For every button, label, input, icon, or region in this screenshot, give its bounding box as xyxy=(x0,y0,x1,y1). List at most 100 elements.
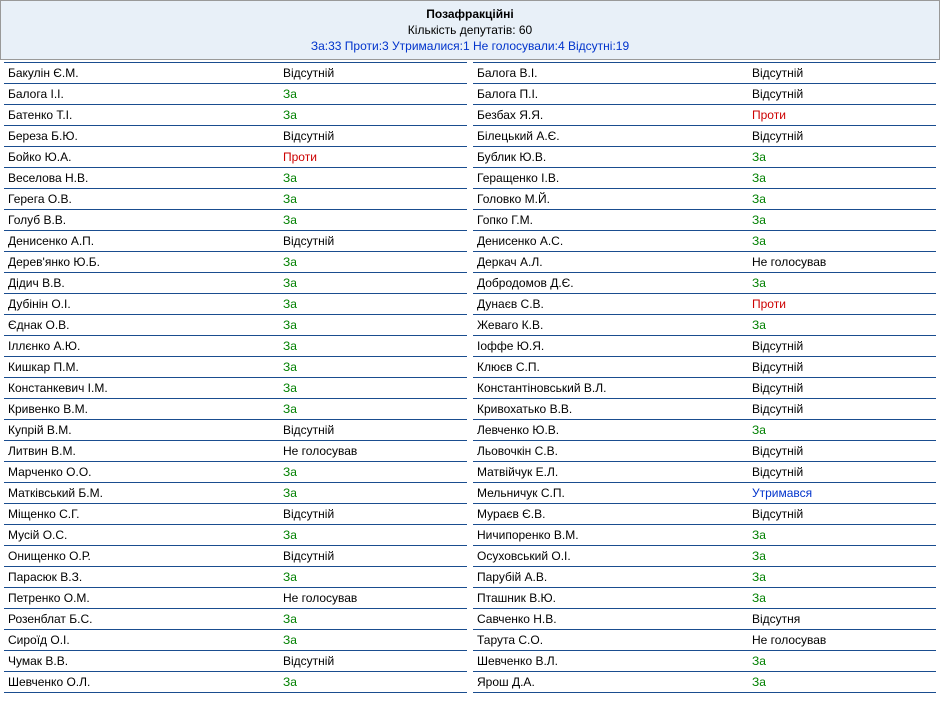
vote-row: Дунаєв С.В.Проти xyxy=(473,294,936,315)
vote-row: Парубій А.В.За xyxy=(473,567,936,588)
vote-row: Герега О.В.За xyxy=(4,189,467,210)
vote-row: Балога П.І.Відсутній xyxy=(473,84,936,105)
vote-row: Денисенко А.П.Відсутній xyxy=(4,231,467,252)
deputy-vote: За xyxy=(752,654,932,668)
vote-row: Савченко Н.В.Відсутня xyxy=(473,609,936,630)
deputy-name: Шевченко О.Л. xyxy=(8,675,283,689)
vote-row: Білецький А.Є.Відсутній xyxy=(473,126,936,147)
deputy-vote: Відсутній xyxy=(752,507,932,521)
deputy-vote: За xyxy=(752,276,932,290)
deputy-vote: За xyxy=(283,633,463,647)
deputy-vote: Відсутній xyxy=(752,381,932,395)
vote-row: Кривенко В.М.За xyxy=(4,399,467,420)
deputy-vote: За xyxy=(752,213,932,227)
deputy-name: Марченко О.О. xyxy=(8,465,283,479)
deputy-vote: За xyxy=(283,192,463,206)
deputy-name: Геращенко І.В. xyxy=(477,171,752,185)
deputy-vote: Відсутній xyxy=(752,444,932,458)
deputy-name: Білецький А.Є. xyxy=(477,129,752,143)
deputy-name: Литвин В.М. xyxy=(8,444,283,458)
vote-row: Кишкар П.М.За xyxy=(4,357,467,378)
vote-row: Добродомов Д.Є.За xyxy=(473,273,936,294)
deputy-name: Мусій О.С. xyxy=(8,528,283,542)
deputy-vote: Не голосував xyxy=(752,255,932,269)
deputy-name: Голуб В.В. xyxy=(8,213,283,227)
deputy-name: Левченко Ю.В. xyxy=(477,423,752,437)
deputy-name: Бублик Ю.В. xyxy=(477,150,752,164)
deputy-name: Веселова Н.В. xyxy=(8,171,283,185)
vote-row: Петренко О.М.Не голосував xyxy=(4,588,467,609)
vote-row: Литвин В.М.Не голосував xyxy=(4,441,467,462)
deputy-name: Балога В.І. xyxy=(477,66,752,80)
deputy-vote: За xyxy=(752,171,932,185)
deputy-name: Батенко Т.І. xyxy=(8,108,283,122)
deputy-vote: Не голосував xyxy=(283,444,463,458)
deputy-vote: Відсутній xyxy=(752,129,932,143)
deputy-vote: Відсутній xyxy=(752,66,932,80)
deputy-name: Кривохатько В.В. xyxy=(477,402,752,416)
deputy-vote: Проти xyxy=(752,297,932,311)
deputy-vote: За xyxy=(283,255,463,269)
vote-row: Безбах Я.Я.Проти xyxy=(473,105,936,126)
deputy-name: Бойко Ю.А. xyxy=(8,150,283,164)
deputy-vote: Проти xyxy=(752,108,932,122)
deputy-vote: Відсутній xyxy=(283,549,463,563)
deputy-name: Купрій В.М. xyxy=(8,423,283,437)
vote-row: Жеваго К.В.За xyxy=(473,315,936,336)
deputy-vote: За xyxy=(283,213,463,227)
deputy-name: Бакулін Є.М. xyxy=(8,66,283,80)
deputy-vote: Відсутній xyxy=(752,465,932,479)
deputy-name: Онищенко О.Р. xyxy=(8,549,283,563)
deputy-name: Тарута С.О. xyxy=(477,633,752,647)
deputy-vote: Не голосував xyxy=(752,633,932,647)
deputy-name: Пташник В.Ю. xyxy=(477,591,752,605)
deputy-vote: За xyxy=(752,423,932,437)
deputy-name: Мельничук С.П. xyxy=(477,486,752,500)
vote-row: Міщенко С.Г.Відсутній xyxy=(4,504,467,525)
vote-row: Матвійчук Е.Л.Відсутній xyxy=(473,462,936,483)
deputy-name: Чумак В.В. xyxy=(8,654,283,668)
vote-columns: Бакулін Є.М.ВідсутнійБалога І.І.ЗаБатенк… xyxy=(0,62,940,693)
deputy-name: Береза Б.Ю. xyxy=(8,129,283,143)
deputy-vote: За xyxy=(752,549,932,563)
vote-row: Батенко Т.І.За xyxy=(4,105,467,126)
deputy-name: Кишкар П.М. xyxy=(8,360,283,374)
deputy-vote: За xyxy=(283,465,463,479)
deputy-vote: Відсутня xyxy=(752,612,932,626)
deputy-name: Сироїд О.І. xyxy=(8,633,283,647)
deputy-name: Дерев'янко Ю.Б. xyxy=(8,255,283,269)
deputy-name: Льовочкін С.В. xyxy=(477,444,752,458)
deputy-name: Мураєв Є.В. xyxy=(477,507,752,521)
deputy-name: Деркач А.Л. xyxy=(477,255,752,269)
vote-row: Онищенко О.Р.Відсутній xyxy=(4,546,467,567)
vote-row: Купрій В.М.Відсутній xyxy=(4,420,467,441)
deputy-vote: За xyxy=(283,570,463,584)
vote-row: Денисенко А.С.За xyxy=(473,231,936,252)
vote-row: Ярош Д.А.За xyxy=(473,672,936,693)
deputy-name: Парубій А.В. xyxy=(477,570,752,584)
vote-row: Балога В.І.Відсутній xyxy=(473,62,936,84)
vote-row: Деркач А.Л.Не голосував xyxy=(473,252,936,273)
vote-row: Марченко О.О.За xyxy=(4,462,467,483)
deputy-name: Клюєв С.П. xyxy=(477,360,752,374)
left-column: Бакулін Є.М.ВідсутнійБалога І.І.ЗаБатенк… xyxy=(4,62,467,693)
vote-row: Іоффе Ю.Я.Відсутній xyxy=(473,336,936,357)
faction-title: Позафракційні xyxy=(1,7,939,21)
deputy-name: Констанкевич І.М. xyxy=(8,381,283,395)
vote-row: Чумак В.В.Відсутній xyxy=(4,651,467,672)
deputy-name: Безбах Я.Я. xyxy=(477,108,752,122)
deputy-name: Добродомов Д.Є. xyxy=(477,276,752,290)
vote-row: Шевченко В.Л.За xyxy=(473,651,936,672)
deputy-vote: За xyxy=(283,108,463,122)
vote-row: Сироїд О.І.За xyxy=(4,630,467,651)
vote-row: Гопко Г.М.За xyxy=(473,210,936,231)
deputy-name: Балога П.І. xyxy=(477,87,752,101)
deputy-vote: За xyxy=(283,402,463,416)
vote-header: Позафракційні Кількість депутатів: 60 За… xyxy=(0,0,940,60)
vote-row: Балога І.І.За xyxy=(4,84,467,105)
deputy-vote: Проти xyxy=(283,150,463,164)
deputy-name: Головко М.Й. xyxy=(477,192,752,206)
deputy-vote: За xyxy=(752,528,932,542)
deputy-name: Кривенко В.М. xyxy=(8,402,283,416)
deputy-vote: За xyxy=(752,591,932,605)
